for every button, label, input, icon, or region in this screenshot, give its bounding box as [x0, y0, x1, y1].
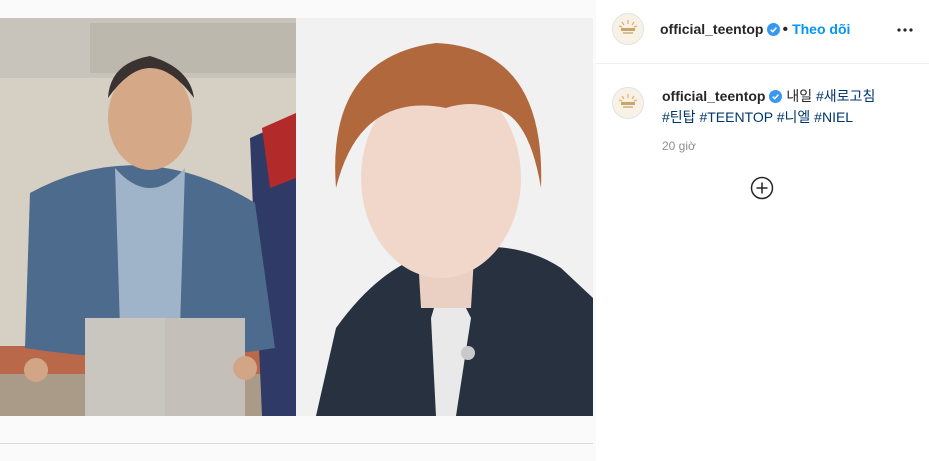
childhood-photo-illustration [0, 18, 296, 416]
verified-badge-icon [767, 23, 781, 41]
post-media-area [0, 0, 593, 461]
more-options-icon[interactable] [895, 20, 915, 40]
follow-button[interactable]: Theo dõi [792, 21, 850, 37]
header-username[interactable]: official_teentop [660, 21, 763, 37]
selfie-photo [296, 18, 593, 416]
post-caption: official_teentop 내일 #새로고침 #틴탑 #TEENTOP #… [662, 87, 912, 127]
post-header: official_teentop • Theo dõi [596, 0, 929, 64]
brand-logo-icon [613, 88, 643, 118]
post-photo[interactable] [0, 18, 593, 416]
avatar[interactable] [612, 13, 644, 45]
separator-dot: • [782, 21, 789, 38]
hashtag-link[interactable]: #TEENTOP [699, 109, 772, 125]
post-timestamp[interactable]: 20 giờ [662, 139, 696, 153]
header-user-line: official_teentop • Theo dõi [660, 21, 850, 41]
hashtag-link[interactable]: #NIEL [814, 109, 853, 125]
caption-avatar[interactable] [612, 87, 644, 119]
divider [0, 443, 593, 444]
hashtag-link[interactable]: #새로고침 [816, 88, 875, 104]
brand-logo-icon [613, 14, 643, 44]
hashtag-link[interactable]: #니엘 [777, 109, 811, 125]
caption-text: 내일 [786, 88, 813, 104]
hashtag-link[interactable]: #틴탑 [662, 109, 696, 125]
post-side-panel: official_teentop • Theo dõi official_teent… [596, 0, 929, 461]
caption-username[interactable]: official_teentop [662, 88, 765, 104]
selfie-photo-illustration [296, 18, 593, 416]
verified-badge-icon [769, 89, 783, 108]
load-more-comments-icon[interactable] [750, 176, 774, 200]
childhood-photo [0, 18, 296, 416]
